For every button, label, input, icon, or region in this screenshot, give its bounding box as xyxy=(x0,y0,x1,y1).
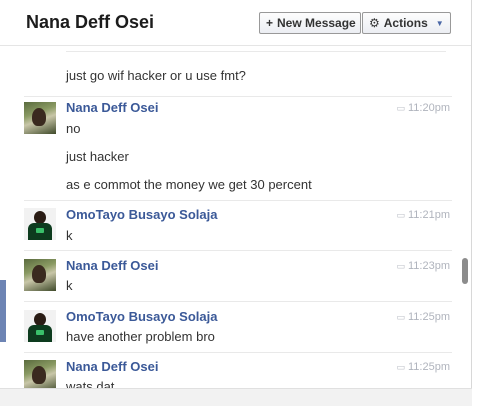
conversation-header: Nana Deff Osei + New Message ⚙ Actions ▼ xyxy=(0,0,472,46)
avatar[interactable] xyxy=(24,102,56,134)
chevron-down-icon: ▼ xyxy=(435,18,444,28)
new-message-button[interactable]: + New Message xyxy=(259,12,361,34)
composer-bar[interactable] xyxy=(0,388,472,406)
message-thread[interactable]: just go wif hacker or u use fmt? Nana De… xyxy=(0,46,470,388)
actions-dropdown-button[interactable]: ⚙ Actions ▼ xyxy=(362,12,451,34)
sender-name[interactable]: OmoTayo Busayo Solaja xyxy=(66,207,217,222)
scrollbar-thumb[interactable] xyxy=(462,258,468,284)
sender-name[interactable]: Nana Deff Osei xyxy=(66,100,158,115)
avatar[interactable] xyxy=(24,310,56,342)
avatar[interactable] xyxy=(24,259,56,291)
truncated-line-edge xyxy=(66,46,446,52)
new-message-label: New Message xyxy=(277,16,356,30)
speech-bubble-icon: ▭ xyxy=(396,362,405,372)
actions-label: Actions xyxy=(383,16,428,30)
timestamp: ▭ 11:25pm xyxy=(396,311,450,323)
sender-name[interactable]: OmoTayo Busayo Solaja xyxy=(66,309,217,324)
timestamp: ▭ 11:25pm xyxy=(396,361,450,373)
avatar[interactable] xyxy=(24,360,56,388)
scrollbar-track[interactable] xyxy=(458,46,470,388)
divider xyxy=(24,352,452,353)
message-text: have another problem bro xyxy=(66,329,215,344)
message-text: k xyxy=(66,228,73,243)
message-text: as e commot the money we get 30 percent xyxy=(66,177,312,192)
divider xyxy=(24,301,452,302)
divider xyxy=(24,200,452,201)
gear-icon: ⚙ xyxy=(369,16,380,30)
speech-bubble-icon: ▭ xyxy=(396,103,405,113)
speech-bubble-icon: ▭ xyxy=(396,261,405,271)
message-text: just hacker xyxy=(66,149,129,164)
divider xyxy=(24,250,452,251)
speech-bubble-icon: ▭ xyxy=(396,312,405,322)
message-text: just go wif hacker or u use fmt? xyxy=(66,68,246,83)
sender-name[interactable]: Nana Deff Osei xyxy=(66,359,158,374)
shirt-logo xyxy=(36,330,44,335)
message-text: wats dat xyxy=(66,379,115,388)
timestamp: ▭ 11:23pm xyxy=(396,260,450,272)
shirt-logo xyxy=(36,228,44,233)
timestamp: ▭ 11:21pm xyxy=(396,209,450,221)
page-title: Nana Deff Osei xyxy=(26,12,155,32)
message-text: k xyxy=(66,278,73,293)
panel-border xyxy=(471,0,472,406)
sender-name[interactable]: Nana Deff Osei xyxy=(66,258,158,273)
speech-bubble-icon: ▭ xyxy=(396,210,405,220)
divider xyxy=(24,96,452,97)
message-text: no xyxy=(66,121,81,136)
plus-icon: + xyxy=(266,16,274,30)
avatar[interactable] xyxy=(24,208,56,240)
timestamp: ▭ 11:20pm xyxy=(396,102,450,114)
